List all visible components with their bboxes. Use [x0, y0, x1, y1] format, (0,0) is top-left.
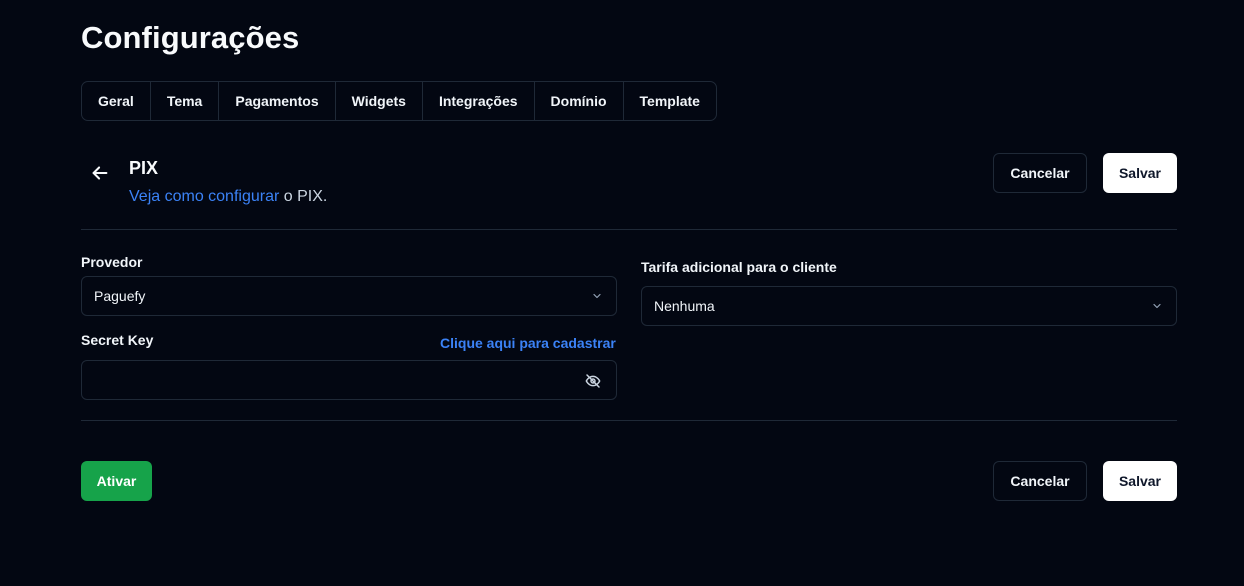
- fee-select[interactable]: Nenhuma: [641, 286, 1177, 326]
- how-to-configure-link[interactable]: Veja como configurar: [129, 188, 279, 205]
- tab-tema[interactable]: Tema: [151, 82, 220, 120]
- divider-bottom: [81, 420, 1177, 421]
- chevron-down-icon: [1153, 303, 1161, 309]
- secret-key-input[interactable]: [81, 360, 617, 400]
- section-subtitle-text: o PIX.: [279, 188, 328, 205]
- chevron-down-icon: [593, 293, 601, 299]
- tab-integracoes[interactable]: Integrações: [423, 82, 535, 120]
- divider-top: [81, 229, 1177, 230]
- tab-dominio[interactable]: Domínio: [535, 82, 624, 120]
- register-link[interactable]: Clique aqui para cadastrar: [440, 335, 616, 351]
- section-subtitle: Veja como configurar o PIX.: [129, 188, 327, 206]
- cancel-button-top[interactable]: Cancelar: [993, 153, 1087, 193]
- activate-button[interactable]: Ativar: [81, 461, 152, 501]
- provider-label: Provedor: [81, 254, 143, 270]
- eye-off-icon[interactable]: [585, 373, 601, 389]
- arrow-left-icon[interactable]: [89, 162, 111, 184]
- provider-select[interactable]: Paguefy: [81, 276, 617, 316]
- save-button-bottom[interactable]: Salvar: [1103, 461, 1177, 501]
- fee-label: Tarifa adicional para o cliente: [641, 259, 837, 275]
- provider-value: Paguefy: [94, 288, 146, 304]
- cancel-button-bottom[interactable]: Cancelar: [993, 461, 1087, 501]
- tab-widgets[interactable]: Widgets: [336, 82, 423, 120]
- tab-pagamentos[interactable]: Pagamentos: [219, 82, 336, 120]
- save-button-top[interactable]: Salvar: [1103, 153, 1177, 193]
- secret-key-label: Secret Key: [81, 332, 154, 348]
- fee-value: Nenhuma: [654, 298, 715, 314]
- settings-tabs: Geral Tema Pagamentos Widgets Integraçõe…: [81, 81, 717, 121]
- tab-geral[interactable]: Geral: [82, 82, 151, 120]
- page-title: Configurações: [81, 20, 300, 55]
- tab-template[interactable]: Template: [624, 82, 716, 120]
- section-title: PIX: [129, 158, 159, 178]
